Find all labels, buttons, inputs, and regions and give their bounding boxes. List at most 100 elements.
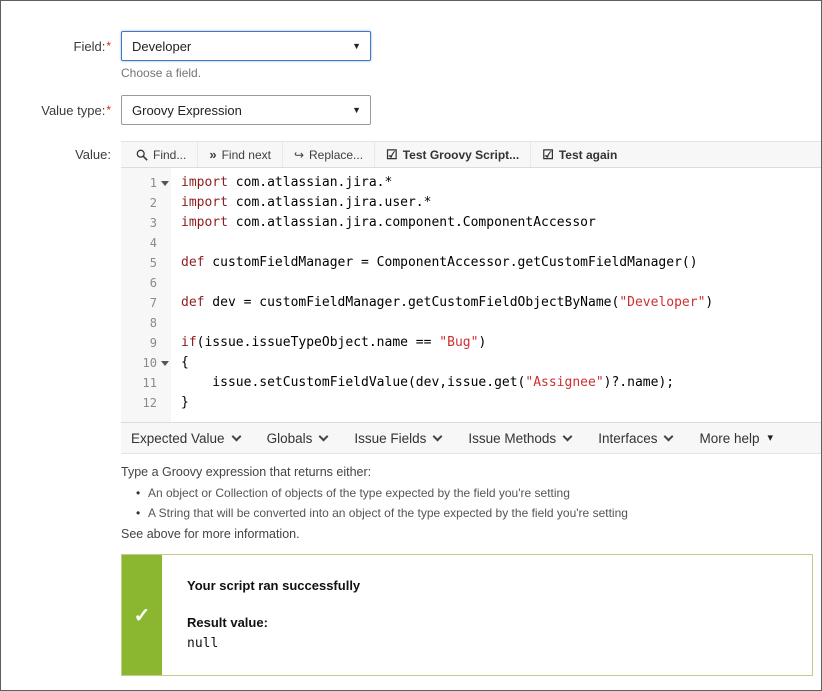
fold-marker-icon[interactable]: [161, 181, 169, 186]
success-strip: ✓: [122, 555, 162, 675]
value-type-select[interactable]: Groovy Expression ▼: [121, 95, 371, 125]
required-asterisk: *: [106, 102, 111, 117]
menu-interfaces[interactable]: Interfaces: [598, 430, 674, 446]
line-number: 1: [121, 173, 171, 193]
select-arrow-icon: ▼: [352, 105, 361, 115]
menu-globals[interactable]: Globals: [266, 430, 329, 446]
checkmark-icon: ✓: [133, 604, 151, 627]
code-line[interactable]: 2 import com.atlassian.jira.user.*: [121, 193, 821, 213]
value-type-row: Value type:* Groovy Expression ▼: [1, 95, 821, 125]
menu-label: Expected Value: [131, 430, 225, 446]
code-text: import com.atlassian.jira.component.Comp…: [181, 215, 596, 230]
line-number: 12: [142, 396, 157, 410]
required-asterisk: *: [106, 38, 111, 53]
line-number: 6: [149, 276, 157, 290]
result-title: Your script ran successfully: [187, 578, 361, 593]
code-line[interactable]: 4: [121, 233, 821, 253]
menu-label: Globals: [266, 430, 313, 446]
test-again-button-label: Test again: [558, 147, 618, 162]
editor-footer: Expected Value Globals Issue Fields Issue M…: [121, 422, 821, 454]
value-type-select-value: Groovy Expression: [132, 102, 242, 118]
field-helper-text: Choose a field.: [121, 66, 202, 80]
result-panel: ✓ Your script ran successfully Result va…: [121, 554, 813, 676]
code-text: {: [181, 355, 189, 370]
line-number: 9: [149, 336, 157, 350]
search-icon: [136, 149, 148, 161]
line-number: 11: [142, 376, 157, 390]
help-bullets: An object or Collection of objects of th…: [121, 486, 821, 520]
menu-issue-fields[interactable]: Issue Fields: [354, 430, 443, 446]
groovy-editor: Find... » Find next ↪ Replace... ☑ Test Groovy…: [121, 141, 821, 454]
code-line[interactable]: 6: [121, 273, 821, 293]
code-text: def dev = customFieldManager.getCustomFi…: [181, 295, 714, 310]
replace-button[interactable]: ↪ Replace...: [281, 142, 374, 167]
test-groovy-script-button[interactable]: ☑ Test Groovy Script...: [374, 142, 530, 167]
code-line[interactable]: 11 issue.setCustomFieldValue(dev,issue.g…: [121, 373, 821, 393]
value-row: Value: Find... » Find next ↪ Replace... ☑ Test…: [1, 141, 821, 454]
menu-label: More help: [699, 430, 760, 446]
menu-expected-value[interactable]: Expected Value: [131, 430, 242, 446]
code-text: issue.setCustomFieldValue(dev,issue.get(…: [181, 375, 675, 390]
chevron-down-icon: [318, 431, 329, 442]
test-again-button[interactable]: ☑ Test again: [530, 142, 628, 167]
editor-code[interactable]: 1 import com.atlassian.jira.* 2 import com.…: [121, 168, 821, 422]
line-number: 5: [149, 256, 157, 270]
find-next-icon: »: [209, 147, 217, 162]
code-line[interactable]: 9 if(issue.issueTypeObject.name == "Bug"): [121, 333, 821, 353]
field-select-value: Developer: [132, 38, 192, 54]
result-value-label: Result value:: [187, 615, 268, 630]
field-select[interactable]: Developer ▼: [121, 31, 371, 61]
chevron-down-icon: [432, 431, 443, 442]
replace-button-label: Replace...: [309, 147, 364, 162]
result-body: Your script ran successfully Result valu…: [162, 555, 376, 675]
code-line[interactable]: 10 {: [121, 353, 821, 373]
help-bullet: A String that will be converted into an …: [121, 506, 821, 520]
menu-label: Issue Methods: [468, 430, 557, 446]
value-type-label: Value type:*: [1, 103, 121, 118]
line-number: 7: [149, 296, 157, 310]
triangle-down-icon: ▾: [767, 431, 774, 444]
find-next-button-label: Find next: [221, 147, 271, 162]
chevron-down-icon: [664, 431, 674, 442]
menu-issue-methods[interactable]: Issue Methods: [468, 430, 573, 446]
code-line[interactable]: 7 def dev = customFieldManager.getCustomF…: [121, 293, 821, 313]
value-label-text: Value:: [75, 147, 111, 162]
line-number: 8: [149, 316, 157, 330]
field-row: Field:* Developer ▼: [1, 31, 821, 61]
code-line[interactable]: 1 import com.atlassian.jira.*: [121, 173, 821, 193]
code-text: }: [181, 395, 189, 410]
code-line[interactable]: 5 def customFieldManager = ComponentAcces…: [121, 253, 821, 273]
code-text: if(issue.issueTypeObject.name == "Bug"): [181, 335, 487, 350]
help-outro: See above for more information.: [121, 527, 300, 541]
menu-label: Issue Fields: [354, 430, 427, 446]
line-number: 3: [149, 216, 157, 230]
code-text: import com.atlassian.jira.*: [181, 175, 393, 190]
line-number: 10: [121, 353, 171, 373]
find-button[interactable]: Find...: [125, 142, 197, 167]
value-type-label-text: Value type:: [41, 102, 106, 118]
menu-label: Interfaces: [598, 430, 658, 446]
select-arrow-icon: ▼: [352, 41, 361, 51]
fold-marker-icon[interactable]: [161, 361, 169, 366]
chevron-down-icon: [231, 431, 242, 442]
help-section: Type a Groovy expression that returns ei…: [121, 465, 821, 541]
find-next-button[interactable]: » Find next: [197, 142, 282, 167]
result-value: null: [187, 636, 219, 651]
code-line[interactable]: 12}: [121, 393, 821, 413]
set-field-value-dialog: Field:* Developer ▼ Choose a field. Valu…: [0, 0, 822, 691]
help-bullet: An object or Collection of objects of th…: [121, 486, 821, 500]
find-button-label: Find...: [153, 147, 187, 162]
menu-more-help[interactable]: More help ▾: [699, 431, 773, 446]
field-label-text: Field:: [73, 38, 106, 54]
test-again-icon: ☑: [542, 147, 554, 162]
chevron-down-icon: [562, 431, 573, 442]
line-number: 2: [149, 196, 157, 210]
line-number: 4: [149, 236, 157, 250]
value-label: Value:: [1, 141, 121, 162]
code-line[interactable]: 8: [121, 313, 821, 333]
code-line[interactable]: 3 import com.atlassian.jira.component.Com…: [121, 213, 821, 233]
code-text: def customFieldManager = ComponentAccess…: [181, 255, 698, 270]
